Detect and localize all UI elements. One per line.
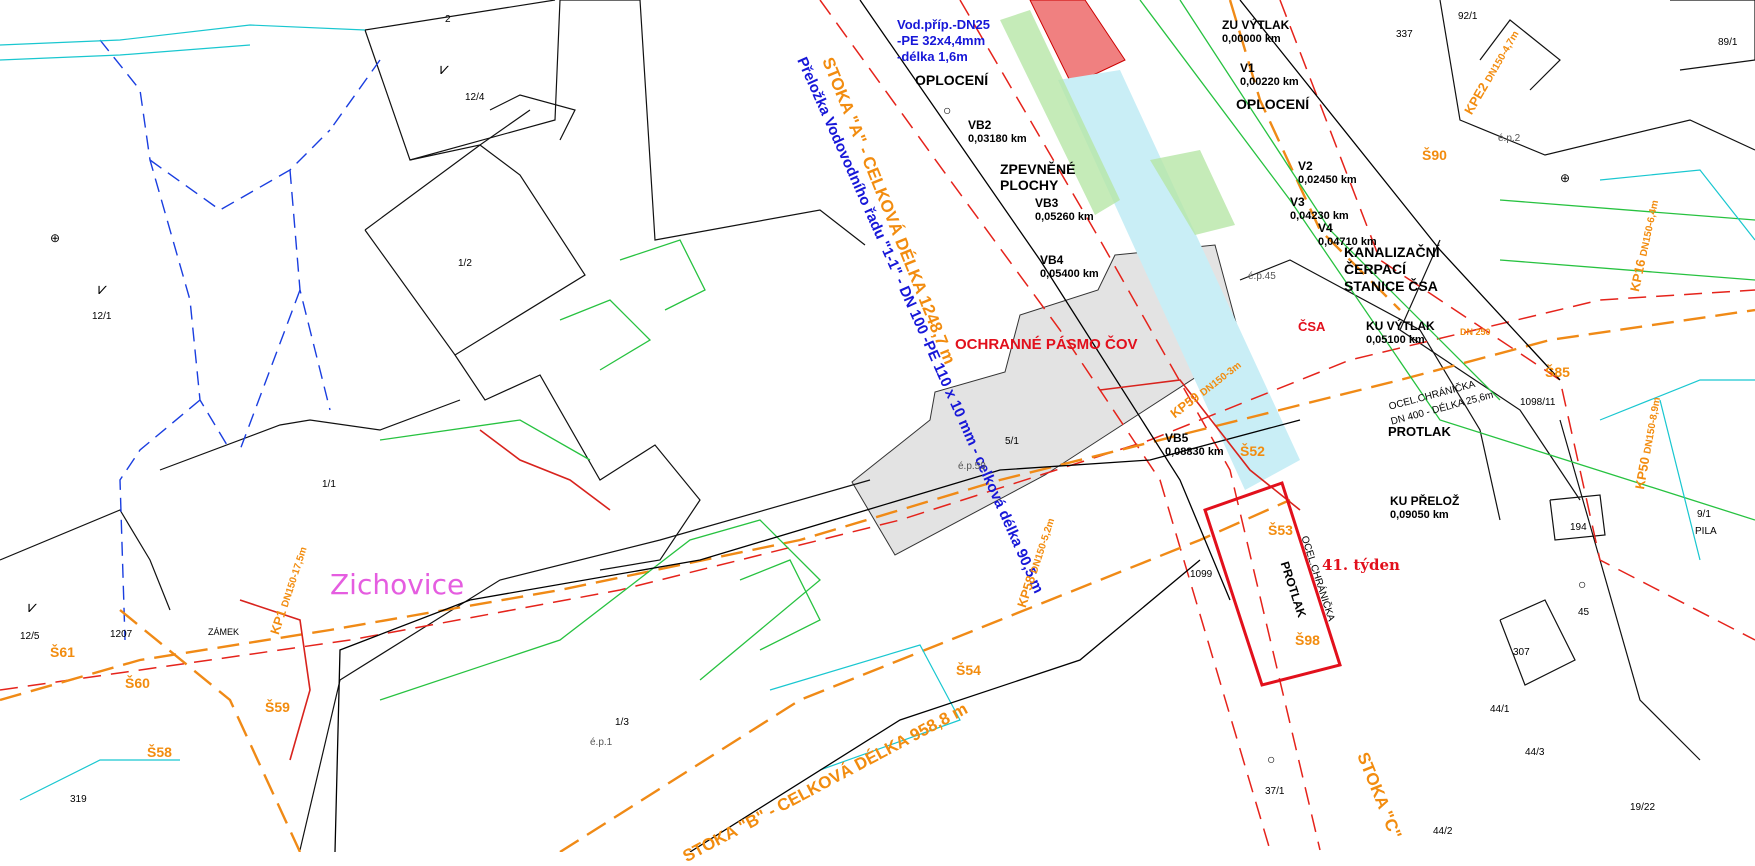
protlak-label-1: PROTLAK	[1388, 424, 1451, 439]
parcel-1-1: 1/1	[322, 479, 336, 490]
circle-icon: ○	[943, 102, 952, 118]
red-dashed-lines	[0, 0, 1755, 851]
pila-label: PILA	[1695, 526, 1717, 537]
cyan-lines	[0, 24, 1755, 801]
shaft-61: Š61	[50, 644, 75, 660]
orange-dashed-lines	[0, 0, 1755, 854]
station-vb4: VB4 0,05400 km	[1040, 253, 1099, 280]
station-v1: V1 0,00220 km	[1240, 61, 1299, 88]
parcel-307: 307	[1513, 647, 1530, 658]
town-label: Zichovice	[330, 568, 465, 601]
csa-label: ČSA	[1298, 319, 1326, 334]
parcel-92-1: 92/1	[1458, 11, 1478, 22]
blue-dashed-lines	[99, 39, 381, 641]
shaft-54: Š54	[956, 662, 981, 678]
shaft-58: Š58	[147, 744, 172, 760]
station-vb3: VB3 0,05260 km	[1035, 196, 1094, 223]
ep-1: é.p.1	[590, 737, 613, 748]
parcel-1-3: 1/3	[615, 717, 629, 728]
station-vb2: VB2 0,03180 km	[968, 118, 1027, 145]
parcel-44-3: 44/3	[1525, 747, 1545, 758]
parcel-319: 319	[70, 794, 87, 805]
parcel-5-1: 5/1	[1005, 436, 1019, 447]
circle-icon: ○	[1578, 576, 1587, 592]
parcel-1098-11: 1098/11	[1520, 397, 1556, 408]
pin-icon: ⊕	[50, 231, 61, 245]
parcel-12-4: 12/4	[465, 92, 485, 103]
week-label: 41. týden	[1322, 556, 1400, 574]
ep-59: é.p.59	[958, 461, 986, 472]
parcel-1099: 1099	[1190, 569, 1213, 580]
parcel-1-2: 1/2	[458, 258, 472, 269]
station-v4: V4 0,04710 km	[1318, 221, 1377, 248]
vod-prip-1: Vod.příp.-DN25	[897, 17, 990, 32]
tree-icon: ⩗	[440, 61, 450, 78]
parcel-9-1: 9/1	[1697, 509, 1711, 520]
zamek-label: ZÁMEK	[208, 627, 240, 637]
circle-icon: ○	[1267, 751, 1276, 767]
shaft-60: Š60	[125, 675, 150, 691]
shaft-98: Š98	[1295, 632, 1320, 648]
parcel-44-1: 44/1	[1490, 704, 1510, 715]
shaft-59: Š59	[265, 699, 290, 715]
station-vb5: VB5 0,08830 km	[1165, 431, 1224, 458]
pin-icon: ⊕	[1560, 171, 1571, 185]
station-v3: V3 0,04230 km	[1290, 195, 1349, 222]
parcel-12-1: 12/1	[92, 311, 112, 322]
zpevnene-label-1: ZPEVNĚNÉ	[1000, 161, 1076, 177]
station-v2: V2 0,02450 km	[1298, 159, 1357, 186]
station-zu-vytlak: ZU VÝTLAK 0,00000 km	[1222, 18, 1290, 45]
ep-45: é.p.45	[1248, 271, 1276, 282]
ep-2: é.p.2	[1498, 133, 1521, 144]
parcel-44-2: 44/2	[1433, 826, 1453, 837]
parcel-194: 194	[1570, 522, 1587, 533]
oploceni-label-2: OPLOCENÍ	[1236, 96, 1310, 112]
ochranne-pasmo-label: OCHRANNÉ PÁSMO ČOV	[955, 336, 1138, 353]
parcel-45: 45	[1578, 607, 1590, 618]
kanalizacni-label-3: STANICE ČSA	[1344, 278, 1438, 294]
parcel-2: 2	[445, 14, 451, 25]
kanalizacni-label-2: ČERPACÍ	[1344, 261, 1406, 277]
station-ku-preloz: KU PŘELOŽ 0,09050 km	[1390, 494, 1460, 521]
shaft-53: Š53	[1268, 522, 1293, 538]
zpevnene-label-2: PLOCHY	[1000, 177, 1059, 193]
shaft-90: Š90	[1422, 147, 1447, 163]
parcel-19-22: 19/22	[1630, 802, 1656, 813]
parcel-337: 337	[1396, 29, 1413, 40]
tree-icon: ⩗	[28, 599, 38, 616]
parcel-37-1: 37/1	[1265, 786, 1285, 797]
vod-prip-3: -délka 1,6m	[897, 49, 968, 64]
parcel-outlines	[0, 0, 1755, 851]
shaft-85: Š85	[1545, 364, 1570, 380]
oploceni-label-1: OPLOCENÍ	[915, 72, 989, 88]
shaft-52: Š52	[1240, 443, 1265, 459]
parcel-1207: 1207	[110, 629, 133, 640]
station-ku-vytlak: KU VÝTLAK 0,05100 km	[1366, 319, 1435, 346]
utility-map[interactable]: Zichovice STOKA "A" - CELKOVÁ DÉLKA 1248…	[0, 0, 1755, 866]
parcel-12-5: 12/5	[20, 631, 40, 642]
tree-icon: ⩗	[98, 281, 108, 298]
dn250-label: DN 250	[1460, 327, 1491, 337]
parcel-89-1: 89/1	[1718, 37, 1738, 48]
vod-prip-2: -PE 32x4,4mm	[897, 33, 986, 48]
map-canvas	[0, 0, 1755, 854]
